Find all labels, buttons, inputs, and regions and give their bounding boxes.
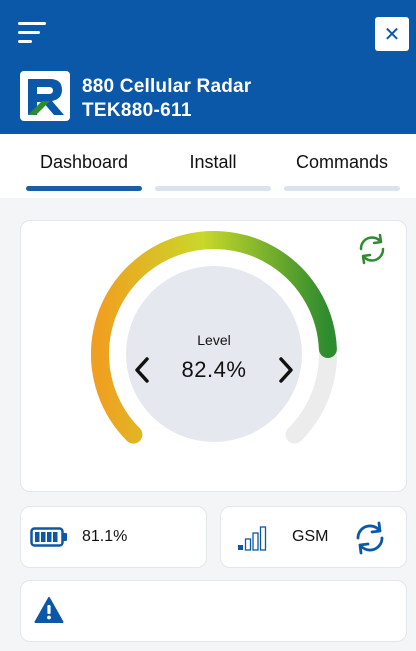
close-button[interactable]: ✕ (375, 17, 409, 51)
previous-button[interactable] (130, 353, 154, 387)
app-header: ✕ 880 Cellular Radar TEK880-611 (0, 0, 416, 134)
level-label: Level (197, 332, 231, 348)
device-id: TEK880-611 (82, 100, 192, 121)
tab-indicator (284, 186, 400, 191)
signal-icon (236, 524, 270, 552)
tab-dashboard[interactable]: Dashboard (26, 134, 142, 198)
device-name: 880 Cellular Radar (82, 76, 252, 97)
refresh-button[interactable] (355, 232, 389, 266)
tab-indicator (155, 186, 271, 191)
chevron-left-icon (135, 357, 149, 383)
chevron-right-icon (279, 357, 293, 383)
tab-bar: Dashboard Install Commands (0, 134, 416, 198)
battery-level: 81.1% (82, 528, 128, 545)
close-icon: ✕ (383, 23, 401, 46)
tab-install-label: Install (189, 152, 237, 172)
tab-dashboard-label: Dashboard (39, 152, 129, 172)
sync-icon (356, 521, 384, 555)
next-button[interactable] (274, 353, 298, 387)
network-type: GSM (292, 528, 329, 545)
warning-icon (34, 596, 64, 624)
tab-indicator (26, 186, 142, 191)
battery-icon (30, 526, 68, 548)
refresh-icon (359, 233, 385, 265)
tab-install[interactable]: Install (155, 134, 271, 198)
menu-icon (18, 22, 46, 25)
tab-commands[interactable]: Commands (284, 134, 400, 198)
tab-commands-label: Commands (295, 152, 389, 172)
sync-button[interactable] (352, 520, 388, 556)
brand-logo (20, 71, 70, 121)
alert-card[interactable] (20, 580, 407, 642)
menu-button[interactable] (18, 22, 46, 46)
